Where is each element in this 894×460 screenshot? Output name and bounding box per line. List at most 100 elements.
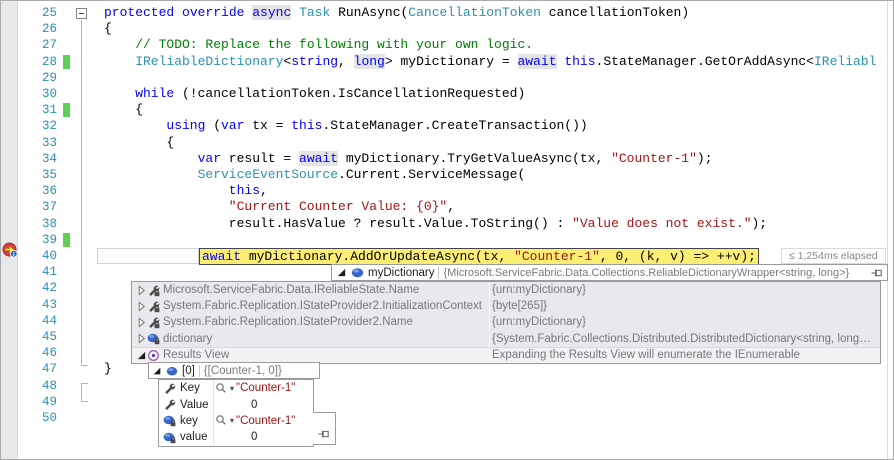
code-line-25[interactable]: protected override async Task RunAsync(C… [104,5,689,21]
column-divider [213,429,214,446]
line-number-32: 32 [41,119,57,134]
current-statement-highlight[interactable]: await myDictionary.AddOrUpdateAsync(tx, … [199,247,759,265]
code-line-30[interactable]: while (!cancellationToken.IsCancellation… [135,86,525,102]
code-token: .StateManager.CreateTransaction()) [322,118,588,134]
datatip-row-0[interactable]: Microsoft.ServiceFabric.Data.IReliableSt… [132,282,880,299]
code-line-34[interactable]: var result = await myDictionary.TryGetVa… [198,150,713,167]
datatip-variable-name: myDictionary [368,266,435,279]
code-token: "Value does not exist." [572,215,752,231]
code-line-33[interactable]: { [166,135,174,151]
dropdown-arrow-icon[interactable]: ▾ [230,416,234,425]
results-item-header[interactable]: [0] {[Counter-1, 0]} [148,362,320,379]
code-token: result.HasValue ? result.Value.ToString(… [228,215,573,231]
breakpoint-margin[interactable] [1,1,18,459]
property-icon [165,383,176,394]
code-token: , 0, (k, v) => ++v); [599,248,756,264]
child-row-2[interactable]: key ▾ "Counter-1" [159,412,313,430]
datatip-row-2[interactable]: System.Fabric.Replication.IStateProvider… [132,314,880,331]
change-bar-39 [63,232,70,247]
code-line-35[interactable]: ServiceEventSource.Current.ServiceMessag… [198,167,526,183]
child-row-3[interactable]: value 0 [159,429,313,446]
datatip-row-3[interactable]: dictionary {System.Fabric.Collections.Dis… [132,330,880,347]
code-line-26[interactable]: { [104,21,112,37]
member-value: {byte[265]} [492,300,547,313]
dropdown-arrow-icon[interactable]: ▾ [230,384,234,393]
collapse-arrow-icon[interactable] [336,267,347,278]
collapse-arrow-icon[interactable] [136,350,147,361]
code-line-31[interactable]: { [135,102,143,118]
results-view-icon [148,349,159,361]
code-token: .Current.ServiceMessage( [338,167,526,182]
magnifier-icon [216,415,226,426]
expand-arrow-icon[interactable] [136,317,147,328]
code-token: async [252,5,292,20]
code-token: } [104,361,112,377]
fold-collapse-button[interactable] [76,8,87,19]
line-number-37: 37 [41,200,57,215]
child-pin-box[interactable] [313,412,336,445]
datatip-member-grid[interactable]: Microsoft.ServiceFabric.Data.IReliableSt… [131,281,881,364]
datatip-row-4[interactable]: Results View Expanding the Results View w… [132,346,880,363]
line-number-43: 43 [41,297,57,312]
line-number-30: 30 [41,87,57,101]
field-icon [351,268,364,278]
expand-arrow-icon[interactable] [136,301,147,312]
column-divider [213,380,214,397]
collapse-arrow-icon[interactable] [152,366,162,376]
fold-guide-line [81,20,82,365]
fold-guide-line-2 [81,383,82,402]
code-token: cancellationToken) [540,5,690,20]
code-token: .StateManager.GetOrAddAsync< [595,53,814,69]
line-number-29: 29 [41,70,57,85]
datatip-row-1[interactable]: System.Fabric.Replication.IStateProvider… [132,298,880,315]
code-line-32[interactable]: using (var tx = this.StateManager.Create… [166,118,587,134]
code-line-28[interactable]: IReliableDictionary<string, long> myDict… [135,53,876,70]
column-divider [489,347,490,363]
field-lock-icon [163,432,176,444]
line-number-36: 36 [41,184,57,199]
code-line-27[interactable]: // TODO: Replace the following with your… [135,37,533,53]
code-token: this [228,183,261,199]
fold-end-tick [81,365,88,366]
code-line-47[interactable]: } [104,361,112,377]
code-token: myDictionary.TryGetValueAsync(tx, [338,150,612,166]
member-value: Expanding the Results View will enumerat… [492,349,800,362]
member-name: Microsoft.ServiceFabric.Data.IReliableSt… [163,284,420,297]
line-number-48: 48 [41,378,57,393]
member-name: Results View [163,349,230,362]
code-token: > myDictionary = [384,53,518,69]
child-row-1[interactable]: Value 0 [159,396,313,413]
pin-icon[interactable] [871,267,883,279]
change-bar-31 [63,103,70,118]
code-token: var [221,118,245,134]
code-line-36[interactable]: this, [229,183,268,199]
member-value: {urn:myDictionary} [492,316,586,329]
expand-arrow-icon[interactable] [136,285,147,296]
line-number-41: 41 [41,265,57,280]
field-icon [166,366,178,376]
change-bar-28 [63,54,70,69]
code-line-37[interactable]: "Current Counter Value: {0}", [229,199,455,215]
expand-arrow-icon[interactable] [136,333,147,344]
code-line-38[interactable]: result.HasValue ? result.Value.ToString(… [229,216,767,232]
column-divider [489,298,490,315]
code-token: using [166,118,206,134]
column-divider [213,396,214,413]
results-item-grid[interactable]: Key ▾ "Counter-1" Value 0 key ▾ "Counter-1" valu… [158,379,314,447]
datatip-header[interactable]: myDictionary {Microsoft.ServiceFabric.Da… [331,264,888,281]
pin-icon[interactable] [318,428,330,440]
child-row-0[interactable]: Key ▾ "Counter-1" [159,380,313,397]
breakpoint-current-statement-icon[interactable] [2,242,18,258]
member-name: System.Fabric.Replication.IStateProvider… [163,316,413,329]
divider [198,364,200,377]
line-number-38: 38 [41,216,57,231]
member-value: {System.Fabric.Collections.Distributed.D… [492,332,871,345]
member-value: 0 [251,398,258,411]
code-token: { [135,102,143,118]
perftip[interactable]: ≤ 1,254ms elapsed [781,248,886,264]
line-number-34: 34 [41,151,57,166]
line-number-42: 42 [41,281,57,296]
line-number-33: 33 [41,135,57,150]
results-item-value: {[Counter-1, 0]} [203,364,282,377]
member-value-wrap: 0 [215,431,311,443]
